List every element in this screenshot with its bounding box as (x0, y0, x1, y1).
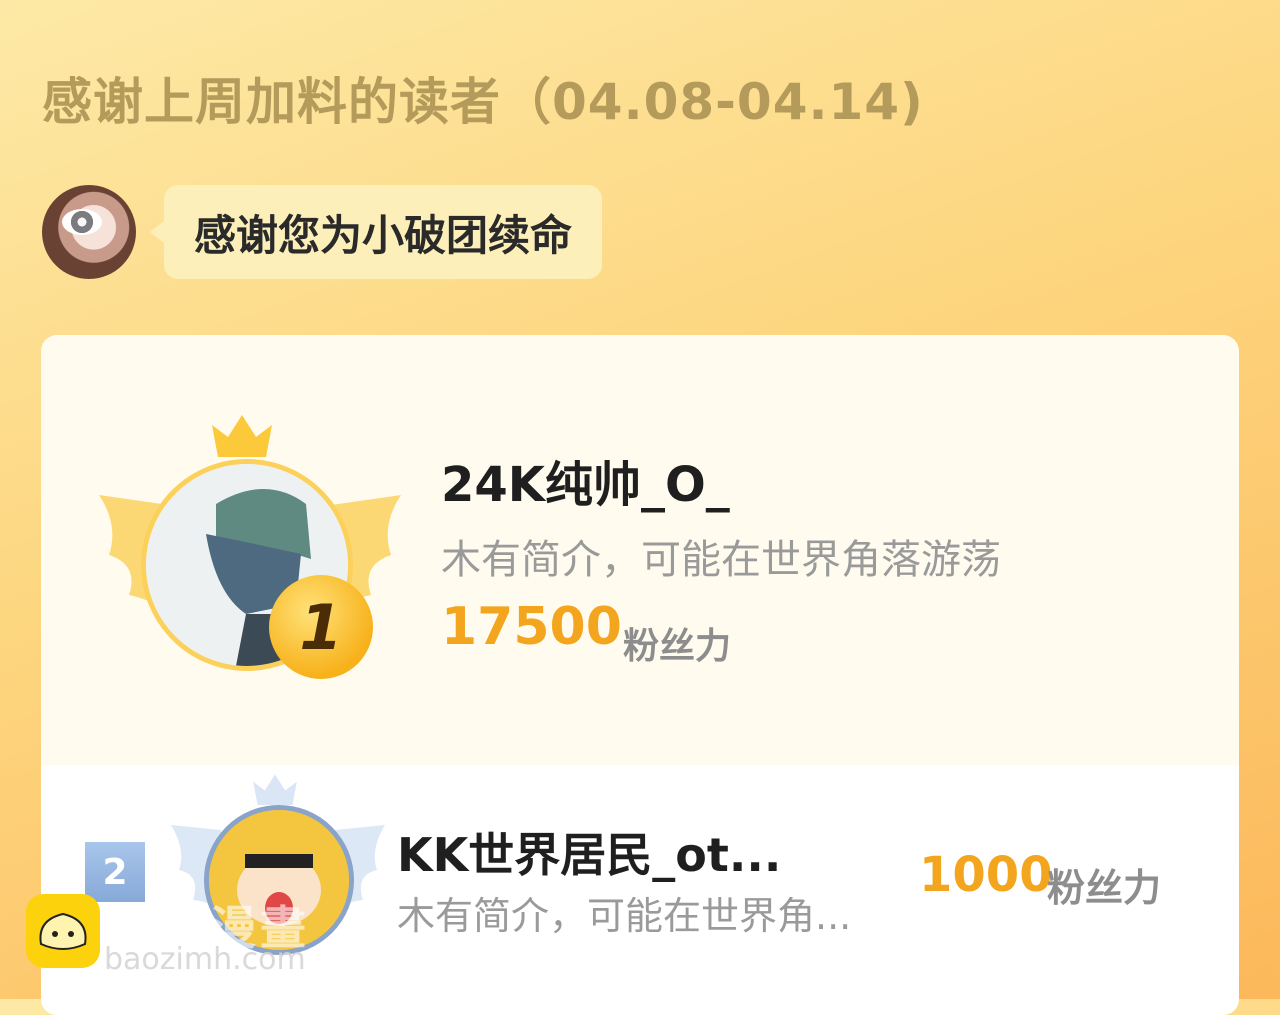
page-title: 感谢上周加料的读者（04.08-04.14) (42, 73, 924, 131)
crown-icon (212, 415, 272, 457)
top1-score: 17500 (441, 597, 622, 657)
top1-score-unit: 粉丝力 (623, 626, 732, 667)
rank-1-medal: 1 (269, 575, 373, 679)
top2-bio: 木有简介，可能在世界角... (397, 894, 852, 938)
top1-bio: 木有简介，可能在世界角落游荡 (441, 537, 1001, 583)
top2-score: 1000 (919, 847, 1053, 903)
watermark-url: baozimh.com (104, 942, 306, 977)
top2-score-unit: 粉丝力 (1047, 866, 1162, 910)
avatar-eye-art (62, 209, 102, 235)
bun-logo-icon (26, 894, 100, 968)
thanks-bubble: 感谢您为小破团续命 (149, 185, 603, 279)
top1-name[interactable]: 24K纯帅_O_ (441, 445, 730, 515)
top2-name[interactable]: KK世界居民_ot... (397, 819, 781, 885)
crown2-icon (253, 774, 297, 805)
author-avatar (42, 185, 136, 279)
